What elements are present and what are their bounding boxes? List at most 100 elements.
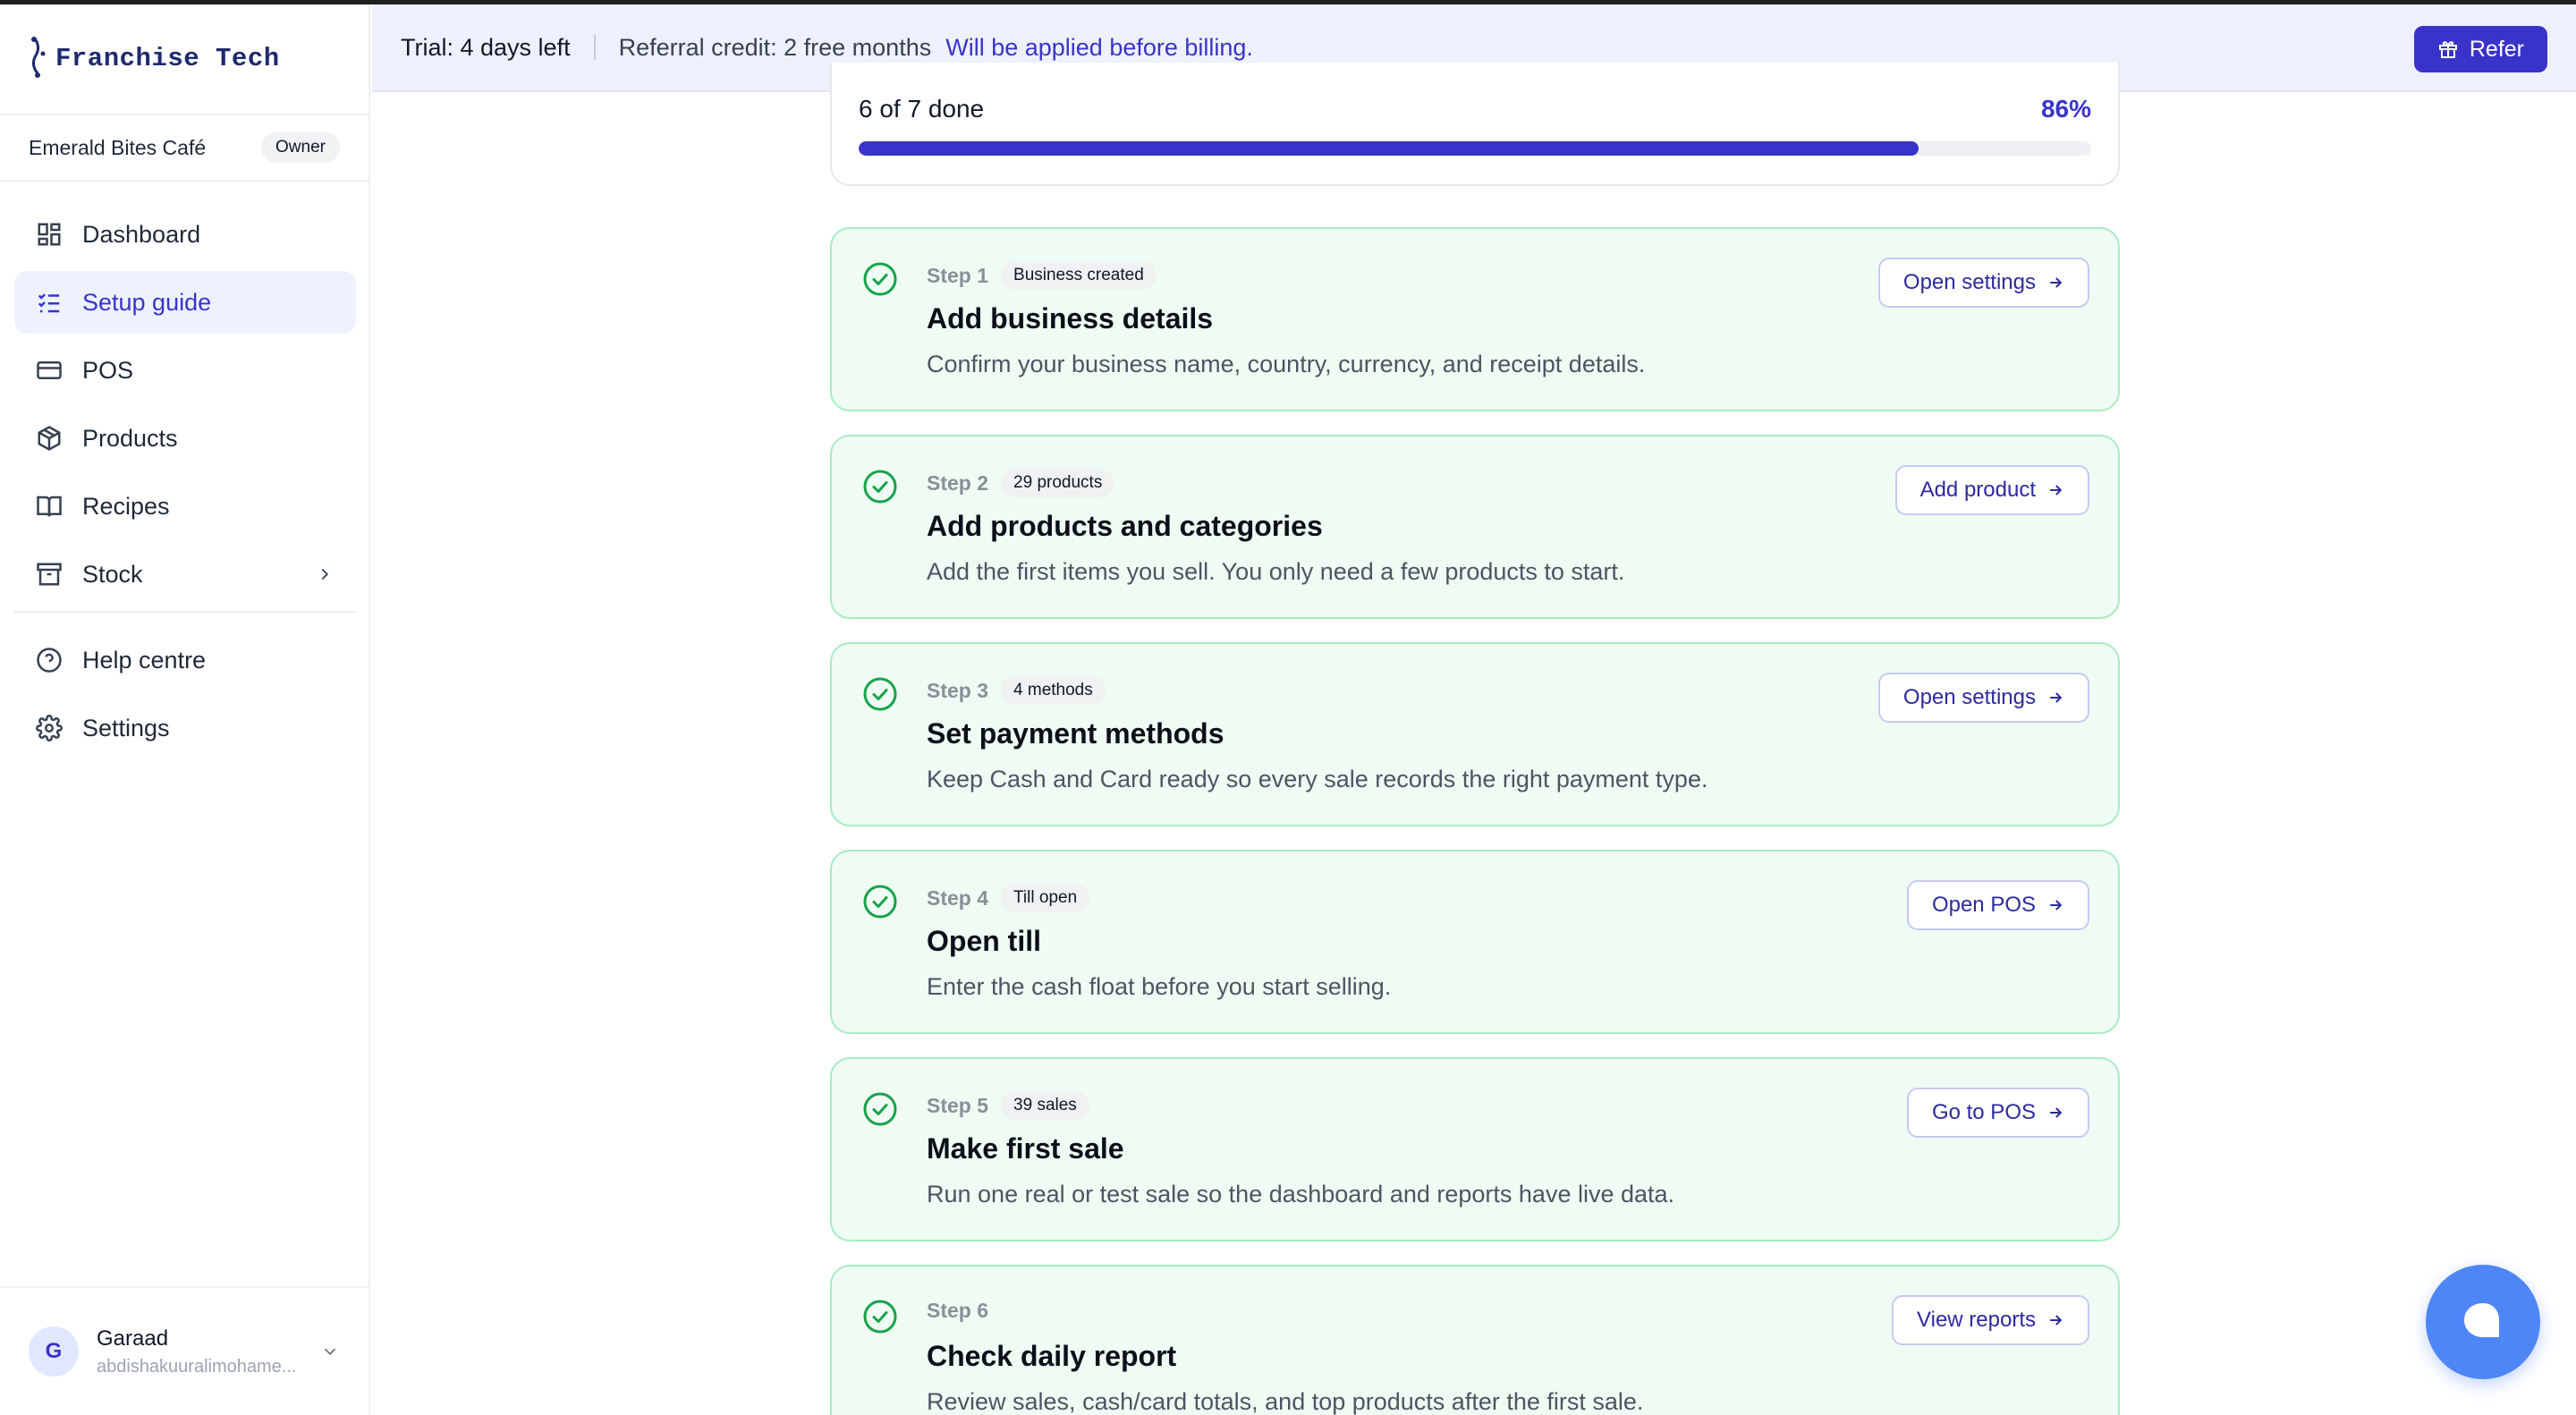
- user-info: Garaad abdishakuuralimohame...: [97, 1326, 302, 1377]
- business-switcher[interactable]: Emerald Bites Café Owner: [0, 114, 369, 182]
- nav-item-pos[interactable]: POS: [14, 339, 356, 402]
- credit-note-link[interactable]: Will be applied before billing.: [945, 34, 1253, 62]
- nav-label: Stock: [82, 560, 143, 588]
- step-header: Step 5 39 sales: [927, 1091, 1089, 1120]
- step-number: Step 1: [927, 263, 989, 287]
- step-title: Add products and categories: [927, 510, 1323, 542]
- card-icon: [37, 361, 62, 379]
- step-action-button[interactable]: Go to POS: [1906, 1088, 2089, 1138]
- setup-step-card: Step 6 Check daily report Review sales, …: [830, 1265, 2120, 1415]
- nav-item-products[interactable]: Products: [14, 407, 356, 470]
- step-action-label: Open POS: [1931, 893, 2036, 917]
- step-title: Set payment methods: [927, 717, 1224, 750]
- check-circle-icon: [863, 262, 897, 296]
- arrow-right-icon: [2050, 1107, 2063, 1118]
- nav-item-help-centre[interactable]: Help centre: [14, 629, 356, 691]
- main-nav: Dashboard Setup guide POS Products Recip…: [14, 203, 356, 765]
- check-circle-icon: [863, 885, 897, 919]
- avatar: G: [29, 1326, 79, 1377]
- check-circle-icon: [863, 470, 897, 504]
- nav-label: POS: [82, 356, 134, 384]
- setup-step-card: Step 1 Business created Add business det…: [830, 227, 2120, 411]
- business-name: Emerald Bites Café: [29, 135, 207, 159]
- step-description: Enter the cash float before you start se…: [927, 973, 1392, 1000]
- setup-step-card: Step 2 29 products Add products and cate…: [830, 435, 2120, 619]
- book-icon: [37, 496, 62, 517]
- progress-bar-fill: [859, 141, 1919, 156]
- nav-item-recipes[interactable]: Recipes: [14, 475, 356, 538]
- step-title: Add business details: [927, 302, 1214, 335]
- chat-launcher-button[interactable]: [2426, 1265, 2540, 1379]
- refer-button[interactable]: Refer: [2413, 26, 2547, 72]
- step-action-button[interactable]: Open settings: [1877, 673, 2089, 723]
- brand-name: Franchise Tech: [55, 43, 280, 73]
- step-description: Confirm your business name, country, cur…: [927, 351, 1646, 377]
- nav-label: Settings: [82, 714, 170, 741]
- brand-mark-icon: [31, 37, 46, 78]
- arrow-right-icon: [2050, 1315, 2063, 1326]
- step-action-button[interactable]: View reports: [1892, 1295, 2089, 1345]
- step-action-label: Add product: [1919, 478, 2036, 502]
- nav-label: Recipes: [82, 492, 170, 520]
- nav-label: Help centre: [82, 646, 207, 674]
- step-action-label: View reports: [1917, 1308, 2036, 1332]
- step-header: Step 3 4 methods: [927, 676, 1106, 705]
- nav-item-settings[interactable]: Settings: [14, 697, 356, 759]
- step-number: Step 5: [927, 1093, 989, 1117]
- chevron-right-icon: [321, 568, 329, 580]
- check-circle-icon: [863, 1300, 897, 1334]
- arrow-right-icon: [2050, 692, 2063, 703]
- trial-status: Trial: 4 days left: [401, 33, 571, 61]
- nav-label: Setup guide: [82, 288, 212, 316]
- step-action-button[interactable]: Open POS: [1906, 880, 2089, 930]
- help-icon: [37, 648, 62, 673]
- nav-item-dashboard[interactable]: Dashboard: [14, 203, 356, 266]
- setup-progress-card: 6 of 7 done 86%: [830, 63, 2120, 186]
- setup-step-card: Step 5 39 sales Make first sale Run one …: [830, 1057, 2120, 1241]
- step-action-label: Open settings: [1902, 270, 2036, 294]
- step-action-label: Open settings: [1902, 685, 2036, 709]
- step-title: Check daily report: [927, 1340, 1177, 1372]
- referral-credit: Referral credit: 2 free months: [618, 33, 932, 61]
- banner-separator: [593, 35, 596, 60]
- chat-icon: [2464, 1303, 2499, 1337]
- step-status-badge: 29 products: [1001, 469, 1115, 497]
- step-number: Step 3: [927, 678, 989, 702]
- setup-steps-list: Step 1 Business created Add business det…: [830, 227, 2120, 1415]
- setup-step-card: Step 4 Till open Open till Enter the cas…: [830, 850, 2120, 1034]
- check-circle-icon: [863, 1092, 897, 1126]
- chevron-down-icon: [324, 1348, 336, 1356]
- step-number: Step 6: [927, 1299, 989, 1322]
- step-description: Review sales, cash/card totals, and top …: [927, 1388, 1644, 1415]
- step-description: Add the first items you sell. You only n…: [927, 558, 1625, 585]
- progress-percent: 86%: [2040, 95, 2091, 123]
- check-circle-icon: [863, 677, 897, 711]
- dashboard-icon: [38, 223, 61, 246]
- step-description: Run one real or test sale so the dashboa…: [927, 1181, 1675, 1207]
- step-status-badge: 4 methods: [1001, 676, 1106, 705]
- step-number: Step 2: [927, 470, 989, 495]
- step-header: Step 1 Business created: [927, 261, 1157, 290]
- step-header: Step 6: [927, 1299, 988, 1323]
- step-status-badge: Business created: [1001, 261, 1157, 290]
- progress-text: 6 of 7 done: [859, 95, 985, 123]
- role-badge: Owner: [261, 132, 340, 163]
- nav-label: Products: [82, 424, 178, 452]
- step-header: Step 2 29 products: [927, 469, 1115, 497]
- arrow-right-icon: [2050, 900, 2063, 911]
- step-number: Step 4: [927, 885, 989, 910]
- step-description: Keep Cash and Card ready so every sale r…: [927, 766, 1708, 792]
- step-action-button[interactable]: Open settings: [1877, 258, 2089, 308]
- brand-logo[interactable]: Franchise Tech: [25, 33, 280, 83]
- box-icon: [38, 426, 61, 451]
- step-status-badge: Till open: [1001, 884, 1090, 912]
- archive-icon: [37, 563, 62, 586]
- nav-item-setup-guide[interactable]: Setup guide: [14, 271, 356, 334]
- nav-item-stock[interactable]: Stock: [14, 543, 356, 606]
- step-title: Make first sale: [927, 1132, 1124, 1165]
- checklist-icon: [38, 293, 60, 313]
- step-action-button[interactable]: Add product: [1894, 465, 2089, 515]
- user-name: Garaad: [97, 1326, 169, 1351]
- user-menu[interactable]: G Garaad abdishakuuralimohame...: [0, 1286, 369, 1415]
- user-email: abdishakuuralimohame...: [97, 1356, 297, 1377]
